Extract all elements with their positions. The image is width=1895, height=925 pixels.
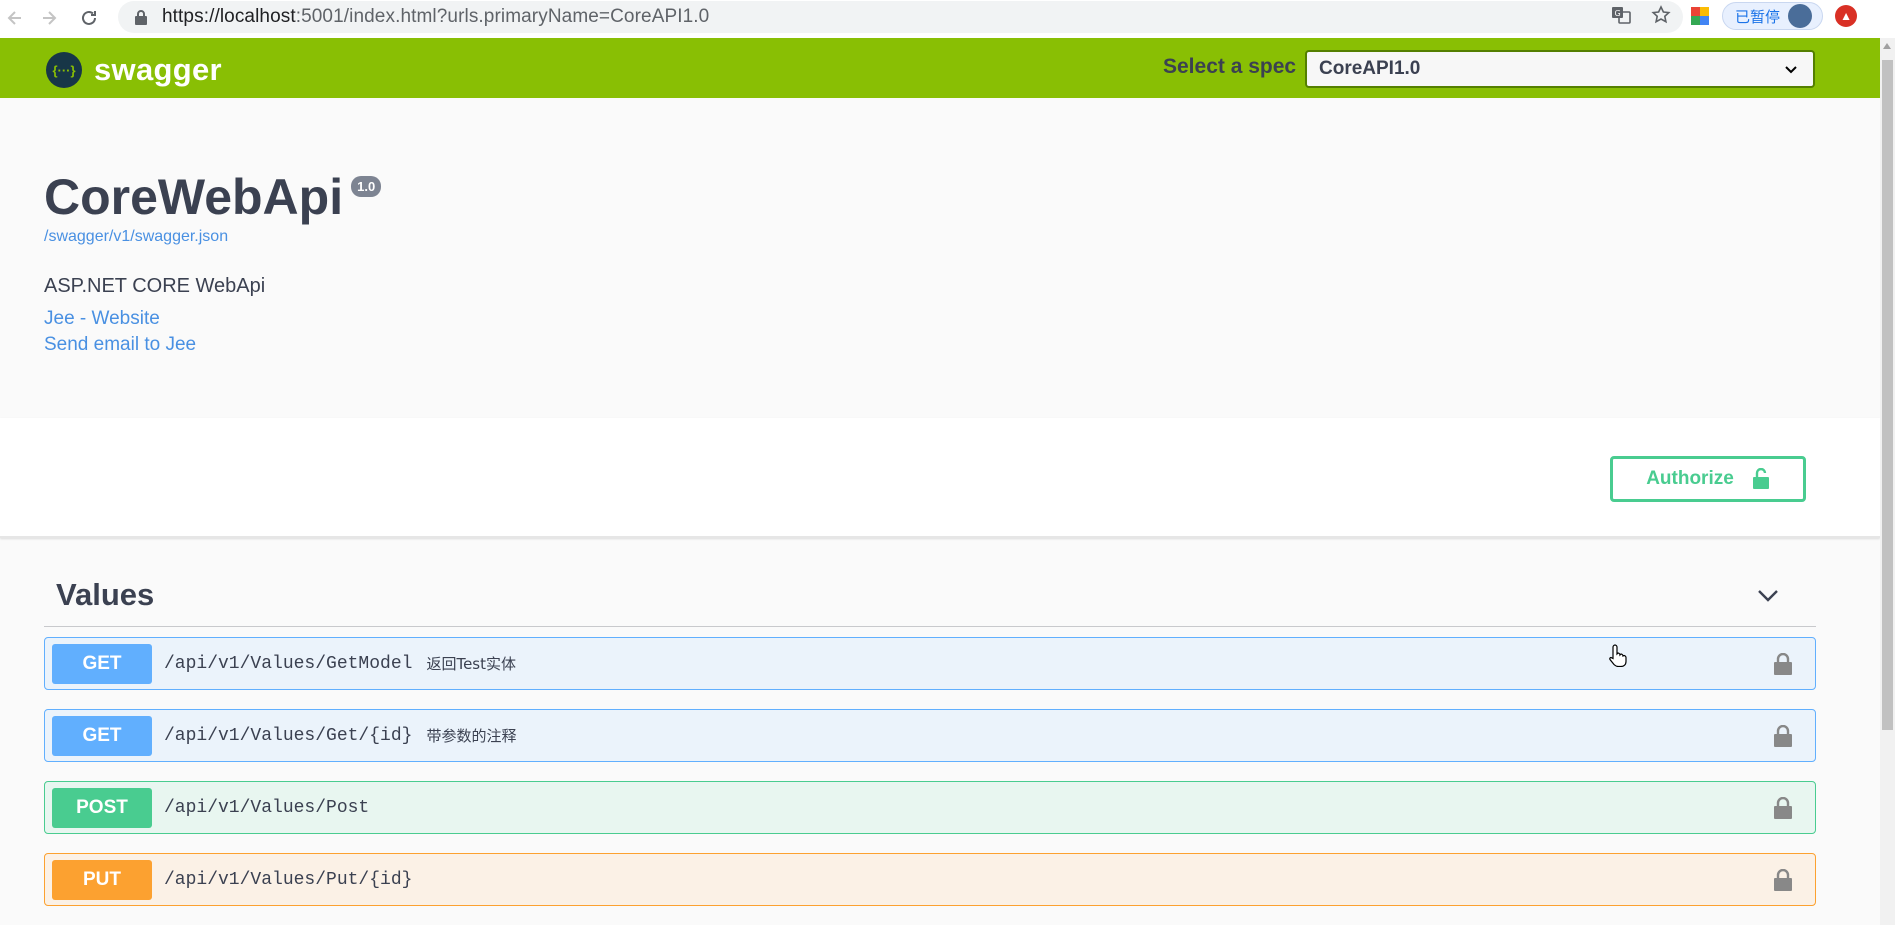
spec-select[interactable]: CoreAPI1.0 — [1305, 50, 1815, 88]
spec-select-label: Select a spec — [1163, 55, 1297, 78]
method-badge: GET — [52, 643, 152, 684]
back-icon[interactable] — [0, 3, 30, 33]
page-scrollbar[interactable] — [1880, 38, 1895, 925]
operation-post-post[interactable]: POST /api/v1/Values/Post — [44, 781, 1816, 834]
method-badge: POST — [52, 787, 152, 828]
scheme-container: Authorize — [0, 418, 1880, 538]
star-icon[interactable] — [1651, 5, 1671, 25]
api-description: ASP.NET CORE WebApi — [44, 275, 266, 297]
operation-get-getmodel[interactable]: GET /api/v1/Values/GetModel 返回Test实体 — [44, 637, 1816, 690]
spec-select-value: CoreAPI1.0 — [1319, 58, 1421, 79]
chevron-down-icon[interactable] — [1756, 587, 1780, 603]
unlock-icon — [1752, 468, 1769, 489]
lock-icon[interactable] — [1773, 869, 1793, 891]
version-badge: 1.0 — [351, 176, 382, 197]
method-badge: GET — [52, 715, 152, 756]
lock-icon — [135, 10, 147, 25]
extension-red-icon[interactable]: ▲ — [1835, 5, 1858, 27]
lock-icon[interactable] — [1773, 653, 1793, 675]
browser-toolbar: https://localhost:5001/index.html?urls.p… — [0, 0, 1895, 38]
operation-put-put-id[interactable]: PUT /api/v1/Values/Put/{id} — [44, 853, 1816, 906]
scroll-up-icon[interactable] — [1883, 43, 1891, 49]
swagger-logo-icon: {···} — [46, 52, 82, 88]
operation-get-get-id[interactable]: GET /api/v1/Values/Get/{id} 带参数的注释 — [44, 709, 1816, 762]
address-bar[interactable]: https://localhost:5001/index.html?urls.p… — [118, 1, 1683, 33]
contact-email-link[interactable]: Send email to Jee — [44, 334, 196, 356]
hand-cursor-icon — [1609, 644, 1627, 667]
profile-paused-button[interactable]: 已暂停 — [1722, 2, 1824, 30]
swagger-logo-text: swagger — [94, 52, 222, 87]
svg-text:G: G — [1615, 9, 1621, 18]
avatar — [1788, 4, 1813, 28]
extension-icon[interactable] — [1690, 6, 1710, 26]
operation-summary: 返回Test实体 — [426, 655, 516, 673]
authorize-label: Authorize — [1646, 468, 1734, 489]
operation-summary: 带参数的注释 — [426, 727, 517, 745]
page-title: CoreWebApi — [44, 169, 344, 225]
method-badge: PUT — [52, 859, 152, 900]
operation-path: /api/v1/Values/Get/{id} — [164, 725, 413, 746]
forward-icon[interactable] — [34, 3, 64, 33]
operation-path: /api/v1/Values/GetModel — [164, 653, 413, 674]
swagger-json-link[interactable]: /swagger/v1/swagger.json — [44, 228, 228, 246]
tag-header-values[interactable]: Values — [44, 565, 1816, 627]
url-text: https://localhost:5001/index.html?urls.p… — [162, 6, 710, 27]
swagger-topbar: {···} swagger Select a spec CoreAPI1.0 — [0, 38, 1880, 98]
swagger-logo[interactable]: {···} swagger — [46, 52, 222, 88]
lock-icon[interactable] — [1773, 797, 1793, 819]
lock-icon[interactable] — [1773, 725, 1793, 747]
chevron-down-icon — [1785, 66, 1797, 74]
contact-website-link[interactable]: Jee - Website — [44, 308, 160, 330]
tag-title: Values — [56, 577, 155, 612]
authorize-button[interactable]: Authorize — [1610, 456, 1806, 502]
reload-icon[interactable] — [74, 3, 104, 33]
translate-icon[interactable]: G — [1611, 5, 1631, 25]
operation-path: /api/v1/Values/Put/{id} — [164, 869, 413, 890]
api-info: CoreWebApi 1.0 /swagger/v1/swagger.json … — [0, 98, 1880, 418]
paused-label: 已暂停 — [1735, 7, 1781, 26]
operation-path: /api/v1/Values/Post — [164, 797, 370, 818]
scrollbar-thumb[interactable] — [1882, 60, 1893, 730]
